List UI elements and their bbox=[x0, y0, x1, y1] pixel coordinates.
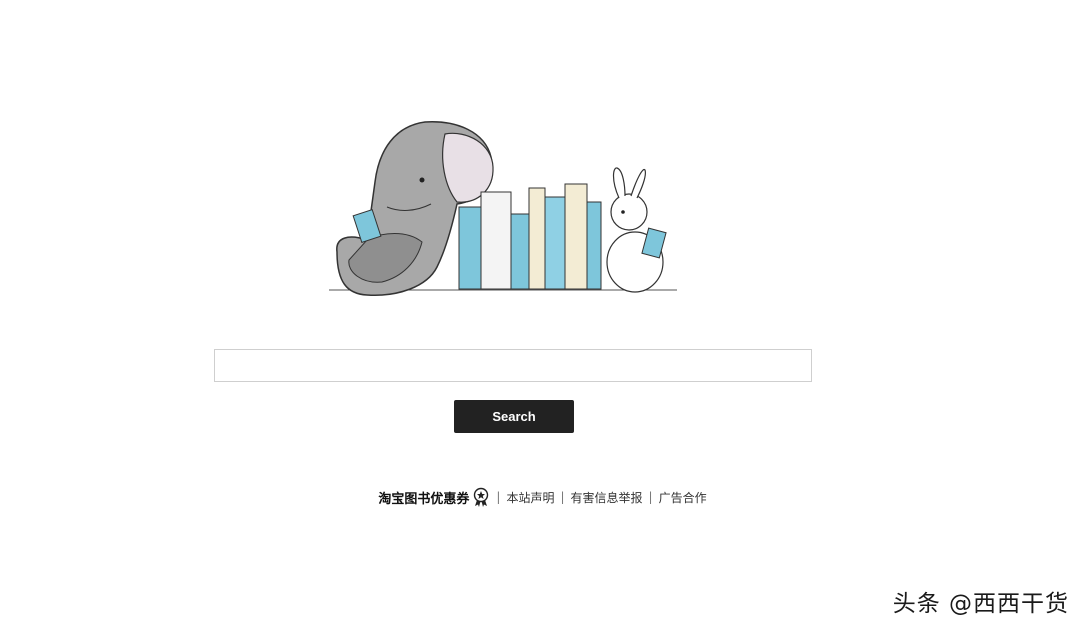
search-input[interactable] bbox=[214, 349, 812, 382]
watermark: 头条 @西西干货 bbox=[892, 591, 1069, 617]
rabbit-icon bbox=[606, 167, 667, 293]
link-report-harmful[interactable]: 有害信息举报 bbox=[571, 489, 643, 506]
separator: | bbox=[560, 490, 565, 504]
hero-illustration bbox=[329, 121, 677, 296]
search-button[interactable]: Search bbox=[454, 400, 574, 433]
books-illustration bbox=[458, 183, 602, 290]
separator: | bbox=[648, 490, 653, 504]
promo-link[interactable]: 淘宝图书优惠券 bbox=[378, 488, 469, 507]
coupon-badge-icon[interactable] bbox=[472, 487, 490, 507]
link-ad-cooperation[interactable]: 广告合作 bbox=[659, 489, 707, 506]
separator: | bbox=[496, 490, 501, 504]
link-site-statement[interactable]: 本站声明 bbox=[506, 489, 554, 506]
footer-links: 淘宝图书优惠券 | 本站声明 | 有害信息举报 | 广告合作 bbox=[0, 484, 1085, 510]
